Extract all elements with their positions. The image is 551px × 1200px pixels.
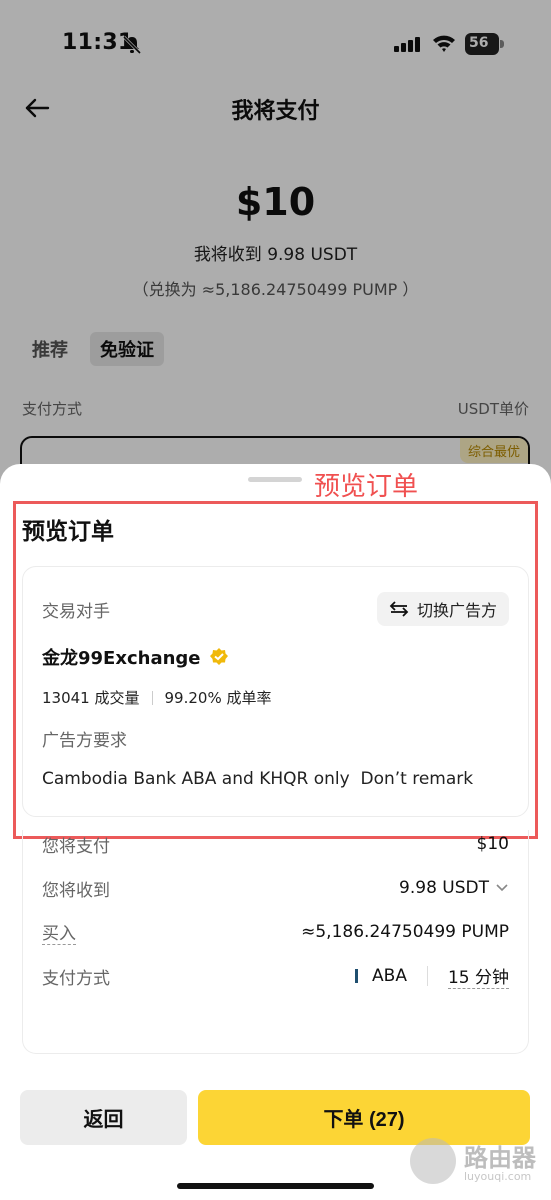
merchant-stats: 13041 成交量 99.20% 成单率 <box>42 687 271 708</box>
order-summary-card: 您将支付 $10 您将收到 9.98 USDT 买入 ≈5,186.247504… <box>22 830 529 1054</box>
sheet-title: 预览订单 <box>22 519 114 545</box>
payment-time-limit[interactable]: 15 分钟 <box>447 963 509 989</box>
verified-badge-icon <box>209 648 228 665</box>
switch-advertiser-label: 切换广告方 <box>416 601 497 620</box>
payment-method-value: ABA <box>372 966 407 986</box>
watermark-logo-icon <box>410 1138 456 1184</box>
annotation-label: 预览订单 <box>314 472 419 502</box>
watermark: 路由器 luyouqi.com <box>410 1136 550 1196</box>
chevron-down-icon[interactable] <box>495 883 509 893</box>
counterparty-card: 交易对手 切换广告方 金龙99Exchange 13041 成交量 99.20%… <box>22 566 529 817</box>
advertiser-requirements-text: Cambodia Bank ABA and KHQR only Don’t re… <box>42 769 474 789</box>
you-receive-value: 9.98 USDT <box>399 878 489 898</box>
home-indicator <box>177 1183 374 1189</box>
you-pay-label: 您将支付 <box>42 836 110 857</box>
counterparty-label: 交易对手 <box>42 602 110 622</box>
you-pay-value: $10 <box>476 834 509 854</box>
trade-count: 13041 成交量 <box>42 689 140 707</box>
payment-method-label: 支付方式 <box>42 968 110 989</box>
you-pay-row: 您将支付 $10 <box>42 830 509 858</box>
you-receive-row[interactable]: 您将收到 9.98 USDT <box>42 874 509 902</box>
sheet-drag-handle[interactable] <box>248 477 302 482</box>
merchant-row: 金龙99Exchange <box>42 644 229 670</box>
completion-rate: 99.20% 成单率 <box>164 689 272 707</box>
preview-order-sheet: 预览订单 预览订单 交易对手 切换广告方 金龙99Exchange 13041 … <box>0 464 551 1200</box>
swap-icon <box>389 601 409 617</box>
merchant-name[interactable]: 金龙99Exchange <box>42 644 201 670</box>
buy-row: 买入 ≈5,186.24750499 PUMP <box>42 918 509 946</box>
watermark-text: 路由器 <box>464 1144 536 1172</box>
switch-advertiser-button[interactable]: 切换广告方 <box>376 592 509 626</box>
aba-color-mark <box>355 969 359 983</box>
advertiser-requirements-label: 广告方要求 <box>42 731 127 751</box>
buy-label[interactable]: 买入 <box>42 919 76 945</box>
back-button[interactable]: 返回 <box>20 1090 187 1145</box>
you-receive-label: 您将收到 <box>42 880 110 901</box>
watermark-url: luyouqi.com <box>464 1170 532 1183</box>
buy-value: ≈5,186.24750499 PUMP <box>301 922 509 942</box>
payment-method-row: 支付方式 ABA 15 分钟 <box>42 962 509 990</box>
